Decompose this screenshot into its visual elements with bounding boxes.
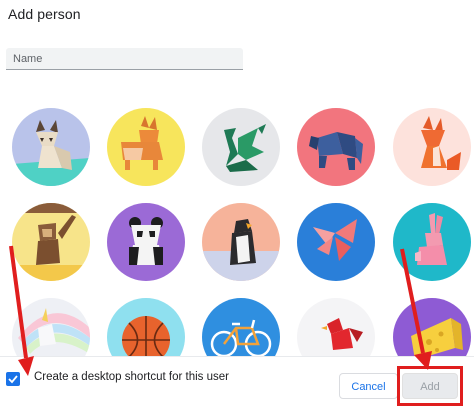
avatar-elephant[interactable] [297, 108, 375, 186]
cancel-button[interactable]: Cancel [339, 373, 398, 399]
avatar-panda[interactable] [107, 203, 185, 281]
avatar-cat[interactable] [12, 108, 90, 186]
avatar-monkey[interactable] [12, 203, 90, 281]
dialog-title: Add person [8, 6, 81, 22]
add-person-dialog: Add person Name Create a desktop shortcu… [0, 0, 474, 409]
desktop-shortcut-checkbox[interactable] [6, 372, 20, 386]
name-input[interactable] [6, 48, 243, 70]
desktop-shortcut-label: Create a desktop shortcut for this user [34, 371, 229, 383]
avatar-penguin[interactable] [202, 203, 280, 281]
add-button[interactable]: Add [402, 373, 458, 399]
checkmark-icon [8, 375, 18, 384]
avatar-fox[interactable] [393, 108, 471, 186]
avatar-rabbit[interactable] [393, 203, 471, 281]
avatar-butterfly[interactable] [297, 203, 375, 281]
avatar-dragon[interactable] [202, 108, 280, 186]
avatar-corgi[interactable] [107, 108, 185, 186]
